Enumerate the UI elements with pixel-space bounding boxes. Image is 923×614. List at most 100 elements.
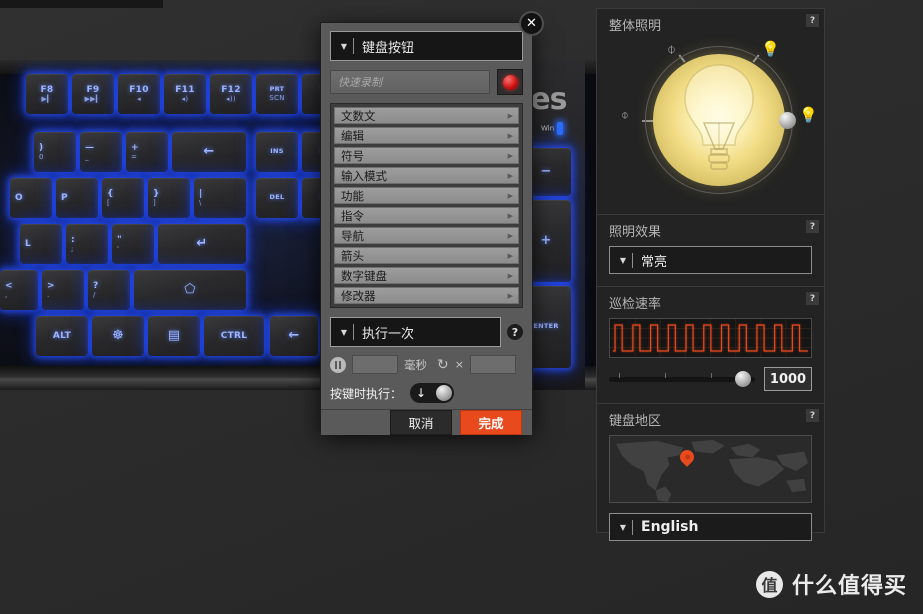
slider-knob[interactable] (735, 371, 751, 387)
key-label: F9 (86, 85, 99, 95)
key-label: P (61, 193, 68, 203)
category-menu-item[interactable]: 数字键盘▶ (334, 267, 519, 284)
bulb-high-icon: 💡 (761, 40, 780, 58)
keyboard-key: INS (256, 132, 298, 172)
category-menu-item[interactable]: 符号▶ (334, 147, 519, 164)
polling-rate-value[interactable]: 1000 (764, 367, 812, 391)
key-label: ? (93, 281, 99, 291)
chevron-right-icon: ▶ (508, 112, 513, 120)
delay-unit-label: 毫秒 (404, 357, 427, 373)
execution-row: ▼ 执行一次 ? (330, 317, 523, 347)
chevron-right-icon: ▶ (508, 272, 513, 280)
app-root: F8▶▎F9▶▶▎F10◂F11◂)F12◂))PRTSCNSL)0—_+=←I… (0, 0, 923, 614)
keyboard-key: CTRL (204, 316, 264, 356)
brightness-knob[interactable] (779, 112, 796, 129)
keyboard-key: DEL (256, 178, 298, 218)
keyboard-key: ← (172, 132, 246, 172)
category-menu-item-label: 修改器 (341, 288, 376, 304)
dialog-footer: 取消 完成 (321, 409, 532, 435)
category-menu-item-label: 指令 (341, 208, 364, 224)
category-menu-item[interactable]: 箭头▶ (334, 247, 519, 264)
arrow-down-icon: ↓ (416, 386, 426, 400)
done-button[interactable]: 完成 (460, 410, 522, 435)
key-sublabel: SCN (269, 94, 284, 102)
execution-mode-dropdown[interactable]: ▼ 执行一次 (330, 317, 501, 347)
record-dot-icon (503, 75, 518, 90)
key-label: ← (288, 329, 299, 344)
polling-slider[interactable] (609, 371, 755, 387)
bulb-off-icon: ⌽ (621, 108, 629, 123)
category-menu-item[interactable]: 导航▶ (334, 227, 519, 244)
keyboard-key: F8▶▎ (26, 74, 68, 114)
brightness-dial[interactable]: ⌽ 💡 ⌽ 💡 (609, 40, 812, 202)
delay-row: 毫秒 ↻ × (330, 355, 523, 374)
world-map-graphic (610, 436, 811, 502)
bulb-illustration (671, 61, 767, 179)
help-icon[interactable]: ? (806, 292, 819, 305)
key-sublabel: = (131, 153, 137, 161)
assignment-type-dropdown[interactable]: ▼ 键盘按钮 (330, 31, 523, 61)
world-map[interactable] (609, 435, 812, 503)
keyboard-region-value: English (641, 519, 698, 535)
panel-title-region: 键盘地区 (609, 410, 812, 429)
category-menu-item-label: 输入模式 (341, 168, 387, 184)
slider-tick-3 (711, 373, 712, 378)
key-label: } (153, 189, 160, 199)
chevron-right-icon: ▶ (508, 252, 513, 260)
keyboard-key: += (126, 132, 168, 172)
category-menu-list: 文数文▶编辑▶符号▶输入模式▶功能▶指令▶导航▶箭头▶数字键盘▶修改器▶ (334, 107, 519, 304)
macro-dialog: ✕ ▼ 键盘按钮 快速录制 文数文▶编辑▶符号▶输入模式▶功能▶指令▶导航▶箭头… (320, 22, 533, 432)
slider-track (609, 377, 755, 382)
chevron-right-icon: ▶ (508, 132, 513, 140)
keyboard-key: F9▶▶▎ (72, 74, 114, 114)
square-wave-graphic (610, 319, 811, 357)
keyboard-key: P (56, 178, 98, 218)
keyboard-key: ← (270, 316, 318, 356)
category-menu-item[interactable]: 输入模式▶ (334, 167, 519, 184)
panel-title-effect: 照明效果 (609, 221, 812, 240)
quick-record-input[interactable]: 快速录制 (330, 70, 490, 94)
key-label: — (85, 143, 94, 153)
repeat-count-input[interactable] (470, 355, 516, 374)
cancel-button[interactable]: 取消 (390, 410, 452, 435)
key-label: { (107, 189, 114, 199)
keyboard-region-dropdown[interactable]: ▼ English (609, 513, 812, 541)
panel-title-polling: 巡检速率 (609, 293, 812, 312)
chevron-right-icon: ▶ (508, 152, 513, 160)
win-lock-label: Win (541, 125, 554, 133)
help-icon[interactable]: ? (806, 220, 819, 233)
category-menu-item[interactable]: 修改器▶ (334, 287, 519, 304)
help-icon[interactable]: ? (806, 14, 819, 27)
keyboard-key: ⬠ (134, 270, 246, 310)
multiply-symbol: × (455, 358, 464, 371)
category-menu-item[interactable]: 功能▶ (334, 187, 519, 204)
panel-polling-rate: ? 巡检速率 1000 (597, 287, 824, 404)
help-icon[interactable]: ? (806, 409, 819, 422)
key-label: F8 (40, 85, 53, 95)
close-icon[interactable]: ✕ (519, 11, 544, 36)
lighting-effect-value: 常亮 (641, 251, 667, 270)
panel-brightness: ? 整体照明 ⌽ 💡 ⌽ 💡 (597, 9, 824, 215)
win-lock-led (557, 122, 563, 135)
category-menu-item[interactable]: 编辑▶ (334, 127, 519, 144)
win-lock-indicator: Win (541, 122, 563, 135)
slider-tick-2 (665, 373, 666, 378)
settings-sidebar: ? 整体照明 ⌽ 💡 ⌽ 💡 (596, 8, 825, 533)
keyboard-key: ?/ (88, 270, 130, 310)
help-icon[interactable]: ? (507, 324, 523, 340)
watermark-logo: 值 (756, 571, 783, 598)
record-button[interactable] (497, 69, 523, 95)
lighting-effect-dropdown[interactable]: ▼ 常亮 (609, 246, 812, 274)
category-menu-item[interactable]: 指令 ▶ (334, 207, 519, 224)
category-menu-item-label: 导航 (341, 228, 364, 244)
delay-input[interactable] (352, 355, 398, 374)
keyboard-key: PRTSCN (256, 74, 298, 114)
watermark-text: 什么值得买 (792, 568, 907, 600)
key-sublabel: ▶▶▎ (84, 95, 101, 103)
key-label: PRT (270, 86, 285, 93)
category-menu-item-label: 功能 (341, 188, 364, 204)
dial-glow (653, 54, 785, 186)
keypress-toggle[interactable]: ↓ (410, 383, 454, 403)
chevron-right-icon: ▶ (508, 212, 513, 220)
category-menu-item[interactable]: 文数文▶ (334, 107, 519, 124)
